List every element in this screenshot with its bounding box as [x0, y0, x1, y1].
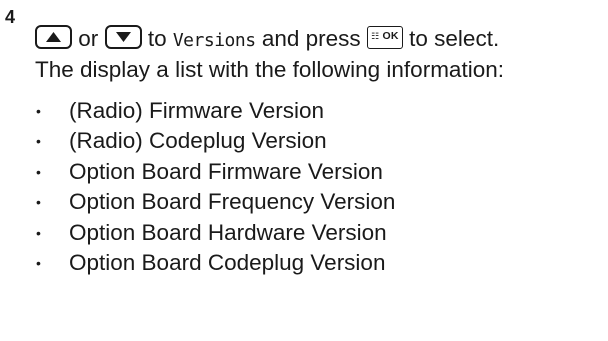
list-item-label: Option Board Codeplug Version: [69, 249, 386, 275]
up-arrow-key-icon: [35, 25, 72, 50]
list-item-label: Option Board Frequency Version: [69, 189, 396, 215]
list-item: • Option Board Hardware Version: [35, 218, 605, 248]
bullet-icon: •: [36, 133, 41, 150]
list-item: • Option Board Codeplug Version: [35, 248, 605, 278]
menu-term-versions: Versions: [172, 30, 256, 51]
list-item-label: (Radio) Codeplug Version: [69, 128, 327, 154]
procedure-step: 4 or to Versions and press ☷ OK to selec…: [0, 0, 608, 341]
ok-key-label: OK: [382, 29, 399, 42]
to-select-text: to select.: [409, 26, 500, 51]
list-item-label: Option Board Hardware Version: [69, 219, 387, 245]
list-item: • Option Board Frequency Version: [35, 187, 605, 217]
down-arrow-key-icon: [104, 25, 142, 50]
bullet-icon: •: [36, 224, 41, 241]
bullet-icon: •: [36, 103, 41, 119]
instruction-line: or to Versions and press ☷ OK to select.: [35, 24, 605, 55]
or-text: or: [78, 26, 99, 51]
step-number: 4: [5, 7, 16, 27]
version-info-list: • (Radio) Firmware Version • (Radio) Codep…: [35, 96, 605, 278]
bullet-icon: •: [36, 194, 41, 211]
step-description: The display a list with the following in…: [35, 57, 504, 82]
list-item-label: Option Board Firmware Version: [69, 158, 383, 184]
list-item: • Option Board Firmware Version: [35, 157, 605, 187]
list-item: • (Radio) Codeplug Version: [35, 126, 605, 156]
bullet-icon: •: [36, 163, 41, 180]
menu-ok-key-icon: ☷ OK: [366, 25, 403, 49]
menu-glyph-icon: ☷: [371, 30, 380, 41]
to-text: to: [147, 26, 167, 51]
list-item-label: (Radio) Firmware Version: [69, 98, 325, 123]
bullet-icon: •: [36, 254, 41, 271]
list-item: • (Radio) Firmware Version: [35, 96, 605, 126]
step-content: or to Versions and press ☷ OK to select.…: [35, 24, 605, 278]
and-press-text: and press: [261, 26, 361, 51]
